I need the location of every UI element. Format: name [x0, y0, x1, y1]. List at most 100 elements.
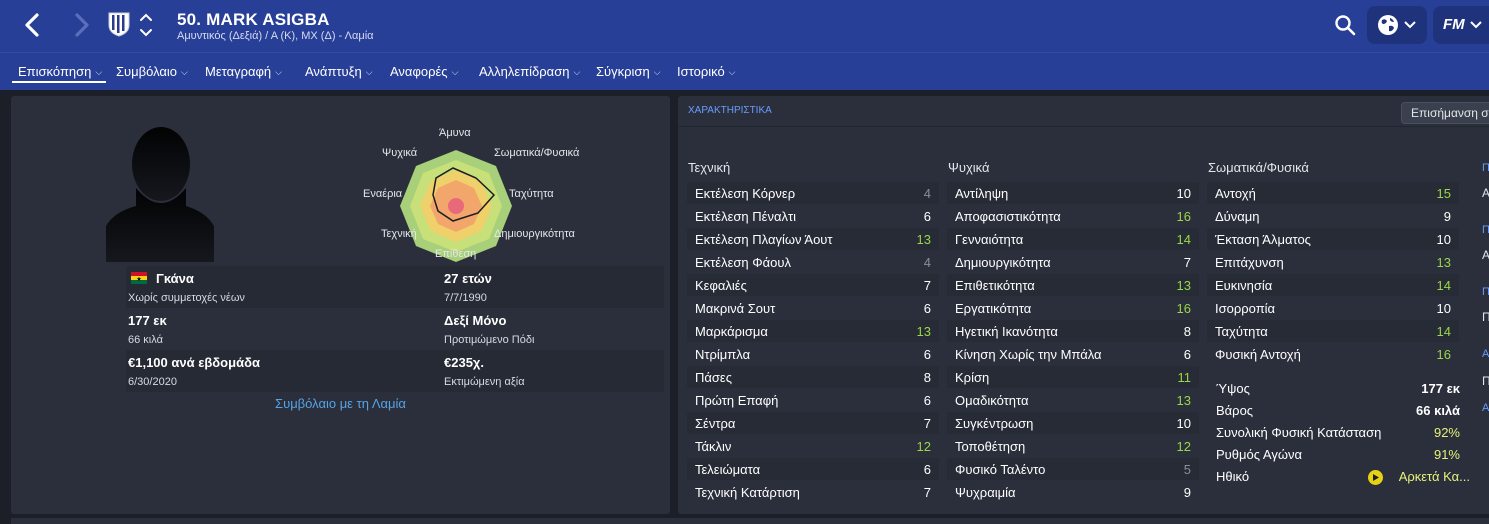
attribute-name: Ομαδικότητα: [955, 393, 1029, 408]
attribute-row[interactable]: Τάκλιν 12: [687, 435, 939, 457]
attribute-row[interactable]: Δημιουργικότητα 7: [947, 251, 1199, 273]
attribute-value: 7: [923, 485, 931, 500]
world-menu-button[interactable]: [1367, 6, 1427, 44]
attribute-row[interactable]: Έκταση Άλματος 10: [1207, 228, 1459, 250]
attribute-name: Αντίληψη: [955, 186, 1009, 201]
attribute-row[interactable]: Ντρίμπλα 6: [687, 343, 939, 365]
physical-extra-row: Ύψος 177 εκ: [1216, 378, 1460, 400]
club-crest-icon[interactable]: [108, 11, 130, 37]
forward-icon[interactable]: [66, 10, 96, 40]
highlight-button[interactable]: Επισήμανση σ: [1401, 102, 1489, 124]
tab-overview[interactable]: Επισκόπηση ⌵: [18, 64, 102, 79]
chevron-down-icon: [1470, 21, 1482, 29]
attribute-name: Εκτέλεση Κόρνερ: [695, 186, 796, 201]
chevron-down-icon: ⌵: [275, 67, 282, 77]
attribute-row[interactable]: Εκτέλεση Πέναλτι 6: [687, 205, 939, 227]
attribute-name: Γενναιότητα: [955, 232, 1024, 247]
attribute-row[interactable]: Δύναμη 9: [1207, 205, 1459, 227]
cutoff-column-text: Π: [1482, 374, 1489, 388]
cutoff-column-text: Α: [1482, 248, 1489, 262]
tab-history[interactable]: Ιστορικό ⌵: [677, 64, 736, 79]
attribute-value: 6: [1183, 347, 1191, 362]
attribute-name: Σέντρα: [695, 416, 736, 431]
attribute-row[interactable]: Μαρκάρισμα 13: [687, 320, 939, 342]
attribute-row[interactable]: Σέντρα 7: [687, 412, 939, 434]
attribute-row[interactable]: Πρώτη Επαφή 6: [687, 389, 939, 411]
physical-extra-row: Συνολική Φυσική Κατάσταση 92%: [1216, 422, 1460, 444]
attribute-row[interactable]: Ισορροπία 10: [1207, 297, 1459, 319]
attribute-row[interactable]: Ταχύτητα 14: [1207, 320, 1459, 342]
attribute-row[interactable]: Κίνηση Χωρίς την Μπάλα 6: [947, 343, 1199, 365]
attribute-row[interactable]: Τεχνική Κατάρτιση 7: [687, 481, 939, 503]
chevron-down-icon: ⌵: [728, 67, 736, 77]
attribute-row[interactable]: Ευκινησία 14: [1207, 274, 1459, 296]
divider: [678, 126, 1489, 127]
nationality[interactable]: Γκάνα: [156, 271, 194, 286]
attribute-row[interactable]: Συγκέντρωση 10: [947, 412, 1199, 434]
physical-extra-value: Αρκετά Κα...: [1398, 469, 1470, 484]
chevron-down-icon: ⌵: [573, 67, 581, 77]
physical-extra-value: 91%: [1433, 447, 1460, 462]
attribute-value: 14: [1436, 278, 1451, 293]
back-icon[interactable]: [18, 10, 48, 40]
chevron-down-icon: ⌵: [95, 67, 103, 77]
bottom-panel-edge: [11, 518, 1489, 524]
attribute-row[interactable]: Εκτέλεση Πλαγίων Άουτ 13: [687, 228, 939, 250]
attribute-value: 6: [923, 462, 931, 477]
attribute-row[interactable]: Αποφασιστικότητα 16: [947, 205, 1199, 227]
attribute-row[interactable]: Κεφαλιές 7: [687, 274, 939, 296]
player-name: 50. MARK ASIGBA: [177, 10, 330, 29]
search-icon[interactable]: [1333, 13, 1357, 37]
radar-label-creativity: Δημιουργικότητα: [494, 228, 575, 240]
attribute-row[interactable]: Κρίση 11: [947, 366, 1199, 388]
attribute-value: 16: [1176, 209, 1191, 224]
tab-interaction[interactable]: Αλληλεπίδραση ⌵: [479, 64, 580, 79]
attribute-row[interactable]: Αντοχή 15: [1207, 182, 1459, 204]
attribute-row[interactable]: Αντίληψη 10: [947, 182, 1199, 204]
attribute-value: 6: [923, 301, 931, 316]
tab-comparison[interactable]: Σύγκριση ⌵: [596, 64, 661, 79]
fm-menu-button[interactable]: FM: [1433, 6, 1489, 44]
tab-transfer[interactable]: Μεταγραφή ⌵: [205, 64, 282, 79]
attribute-row[interactable]: Εκτέλεση Κόρνερ 4: [687, 182, 939, 204]
player-switch-icon[interactable]: [139, 11, 153, 39]
attribute-row[interactable]: Μακρινά Σουτ 6: [687, 297, 939, 319]
attribute-value: 7: [1183, 255, 1191, 270]
tab-reports[interactable]: Αναφορές ⌵: [390, 64, 458, 79]
attribute-name: Φυσικό Ταλέντο: [955, 462, 1046, 477]
preferred-foot-value: Δεξί Μόνο: [444, 313, 507, 328]
mental-header: Ψυχικά: [948, 160, 990, 175]
cutoff-column-text: Π: [1482, 224, 1489, 236]
fm-logo: FM: [1443, 16, 1465, 33]
tab-development[interactable]: Ανάπτυξη ⌵: [305, 64, 373, 79]
cutoff-column-text: Π: [1482, 286, 1489, 298]
attribute-row[interactable]: Ηγετική Ικανότητα 8: [947, 320, 1199, 342]
physical-extra-label: Ύψος: [1216, 381, 1250, 396]
attribute-row[interactable]: Γενναιότητα 14: [947, 228, 1199, 250]
attribute-row[interactable]: Εργατικότητα 16: [947, 297, 1199, 319]
attribute-name: Μαρκάρισμα: [695, 324, 768, 339]
physical-extra-label: Βάρος: [1216, 403, 1254, 418]
attribute-row[interactable]: Ομαδικότητα 13: [947, 389, 1199, 411]
attribute-row[interactable]: Εκτέλεση Φάουλ 4: [687, 251, 939, 273]
tab-contract[interactable]: Συμβόλαιο ⌵: [116, 64, 188, 79]
attribute-name: Τοποθέτηση: [955, 439, 1026, 454]
contract-link[interactable]: Συμβόλαιο με τη Λαμία: [11, 396, 670, 411]
date-of-birth: 7/7/1990: [444, 292, 487, 304]
attribute-row[interactable]: Τελειώματα 6: [687, 458, 939, 480]
attribute-value: 7: [923, 416, 931, 431]
attribute-value: 10: [1176, 186, 1191, 201]
attribute-value: 6: [923, 209, 931, 224]
attribute-row[interactable]: Ψυχραιμία 9: [947, 481, 1199, 503]
attribute-row[interactable]: Επιθετικότητα 13: [947, 274, 1199, 296]
player-positions: Αμυντικός (Δεξιά) / Α (Κ), ΜΧ (Δ) - Λαμί…: [177, 30, 374, 42]
attribute-row[interactable]: Πάσες 8: [687, 366, 939, 388]
attribute-row[interactable]: Φυσικό Ταλέντο 5: [947, 458, 1199, 480]
physical-extra-label: Ρυθμός Αγώνα: [1216, 447, 1302, 462]
cutoff-column-text: Π: [1482, 162, 1489, 174]
weight-value: 66 κιλά: [128, 334, 163, 346]
attribute-row[interactable]: Τοποθέτηση 12: [947, 435, 1199, 457]
attribute-row[interactable]: Φυσική Αντοχή 16: [1207, 343, 1459, 365]
attribute-row[interactable]: Επιτάχυνση 13: [1207, 251, 1459, 273]
attribute-value: 8: [1183, 324, 1191, 339]
